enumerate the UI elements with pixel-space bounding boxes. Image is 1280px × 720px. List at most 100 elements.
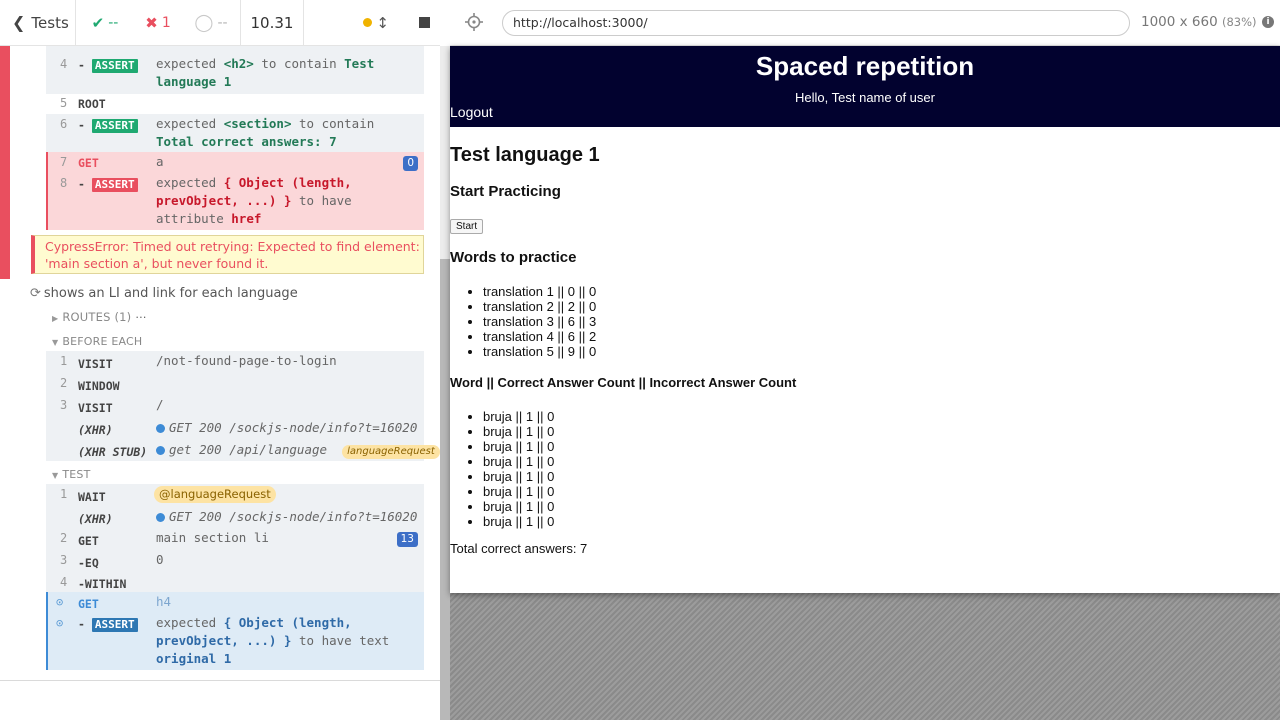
selector-playground-icon[interactable] [464,12,484,32]
command-row[interactable]: 4 - ASSERT expected <h2> to contain Test… [46,50,424,94]
test-title[interactable]: ⟳ shows an LI and link for each language [30,286,298,301]
tests-button[interactable]: ❮ Tests [0,0,76,46]
scrollbar-thumb[interactable] [440,259,450,720]
app-frame: Spaced repetition Hello, Test name of us… [450,46,1280,593]
passed-stat: ✔ -- [76,0,134,46]
info-icon[interactable]: i [1262,16,1274,28]
circle-icon: ◯ [194,12,214,33]
command-row[interactable]: 2 GET main section li 13 [46,528,424,550]
aut-stage: Spaced repetition Hello, Test name of us… [450,46,1280,720]
command-message: expected { Object (length, prevObject, .… [156,615,390,666]
chevron-left-icon: ❮ [12,13,26,32]
status-dot-icon [156,446,165,455]
total-correct-answers: Total correct answers: 7 [450,541,588,556]
tests-label: Tests [31,13,69,32]
command-log: 4 - ASSERT expected <h2> to contain Test… [0,46,440,680]
failed-count: 1 [161,14,171,31]
stop-icon[interactable] [419,17,430,28]
start-button[interactable]: Start [450,219,484,234]
reporter-header: ❮ Tests ✔ -- ✖ 1 ◯ -- 10.31 ↕ [0,0,440,46]
list-item: translation 2 || 2 || 0 [483,299,596,314]
command-row[interactable]: 4 -WITHIN [46,572,424,592]
pending-stat: ◯ -- [182,0,240,46]
status-dot-icon [156,424,165,433]
duration: 10.31 [240,0,304,46]
toggle-auto-scroll-icon[interactable]: ↕ [376,14,389,32]
element-count-badge: 0 [403,156,418,171]
command-name: - ASSERT [78,118,138,133]
start-practicing-heading: Start Practicing [450,183,561,200]
alias-badge: @languageRequest [154,486,276,503]
more-icon: ⋯ [135,310,147,324]
assert-badge: ASSERT [91,59,138,73]
error-message[interactable]: CypressError: Timed out retrying: Expect… [31,235,424,274]
word-count-list: bruja || 1 || 0 bruja || 1 || 0 bruja ||… [483,409,554,529]
failed-stat: ✖ 1 [134,0,182,46]
list-item: bruja || 1 || 0 [483,424,554,439]
command-number: 6 [60,117,68,131]
words-heading: Words to practice [450,249,577,266]
list-item: bruja || 1 || 0 [483,514,554,529]
url-bar[interactable]: http://localhost:3000/ [502,10,1130,36]
command-row[interactable]: 5 ROOT [46,94,424,114]
x-icon: ✖ [145,13,158,32]
list-item: translation 3 || 6 || 3 [483,314,596,329]
list-item: bruja || 1 || 0 [483,439,554,454]
xhr-row[interactable]: (XHR) GET 200 /sockjs-node/info?t=16020.… [46,417,424,439]
command-message: expected <h2> to contain Test language 1 [156,56,375,89]
command-row[interactable]: 1 VISIT /not-found-page-to-login [46,351,424,373]
pending-command-group[interactable]: ⊙ GET h4 ⊙ - ASSERT expected { Object (l… [46,592,424,670]
running-dot-icon [363,18,373,27]
command-number: 5 [60,96,68,110]
logout-link[interactable]: Logout [450,104,493,120]
pending-count: -- [217,14,228,31]
command-row[interactable]: 1 WAIT @languageRequest [46,484,424,506]
app-header: Spaced repetition Hello, Test name of us… [450,46,1280,127]
refresh-icon: ⟳ [30,286,41,301]
command-message: expected { Object (length, prevObject, .… [156,175,352,226]
list-item: translation 4 || 6 || 2 [483,329,596,344]
element-count-badge: 13 [396,532,418,547]
command-name: - ASSERT [78,177,138,192]
failed-command-group[interactable]: 7 GET a 0 8 - ASSERT expected { Object (… [46,152,424,230]
command-name: GET [78,156,99,170]
command-number: 4 [60,57,68,71]
command-row[interactable]: 2 WINDOW [46,373,424,395]
list-item: translation 1 || 0 || 0 [483,284,596,299]
words-list: translation 1 || 0 || 0 translation 2 ||… [483,284,596,359]
command-message: a [156,154,164,169]
passed-count: -- [108,14,119,31]
language-title: Test language 1 [450,144,600,166]
caret-down-icon: ▼ [52,338,59,347]
status-dot-icon [156,513,165,522]
user-greeting: Hello, Test name of user [795,90,935,105]
assert-badge: ASSERT [91,618,138,632]
command-name: - ASSERT [78,58,138,73]
list-item: bruja || 1 || 0 [483,499,554,514]
xhr-stub-row[interactable]: (XHR STUB) get 200 /api/language languag… [46,439,440,461]
spinner-icon: ⊙ [56,616,64,630]
command-row[interactable]: 3 VISIT / [46,395,424,417]
list-item: bruja || 1 || 0 [483,409,554,424]
check-icon: ✔ [91,13,105,32]
alias-badge: languageRequest [342,445,440,459]
routes-toggle[interactable]: ▶ ROUTES (1) ⋯ [52,310,147,324]
before-each-hook[interactable]: ▼ BEFORE EACH [52,335,142,348]
viewport-size: 1000 x 660 (83%) [1141,14,1257,30]
command-number: 8 [60,176,68,190]
list-item: translation 5 || 9 || 0 [483,344,596,359]
app-title: Spaced repetition [755,51,975,81]
xhr-row[interactable]: (XHR) GET 200 /sockjs-node/info?t=16020.… [46,506,424,528]
command-message: expected <section> to contain Total corr… [156,116,375,149]
caret-right-icon: ▶ [52,314,59,323]
reporter-scrollbar[interactable] [440,46,450,720]
test-body-section[interactable]: ▼ TEST [52,468,91,481]
list-item: bruja || 1 || 0 [483,454,554,469]
caret-down-icon: ▼ [52,471,59,480]
failed-test-indicator [0,46,10,279]
command-row[interactable]: 3 -EQ 0 [46,550,424,572]
command-name: ROOT [78,97,106,111]
assert-badge: ASSERT [91,119,138,133]
list-item: bruja || 1 || 0 [483,484,554,499]
command-row[interactable]: 6 - ASSERT expected <section> to contain… [46,114,424,152]
